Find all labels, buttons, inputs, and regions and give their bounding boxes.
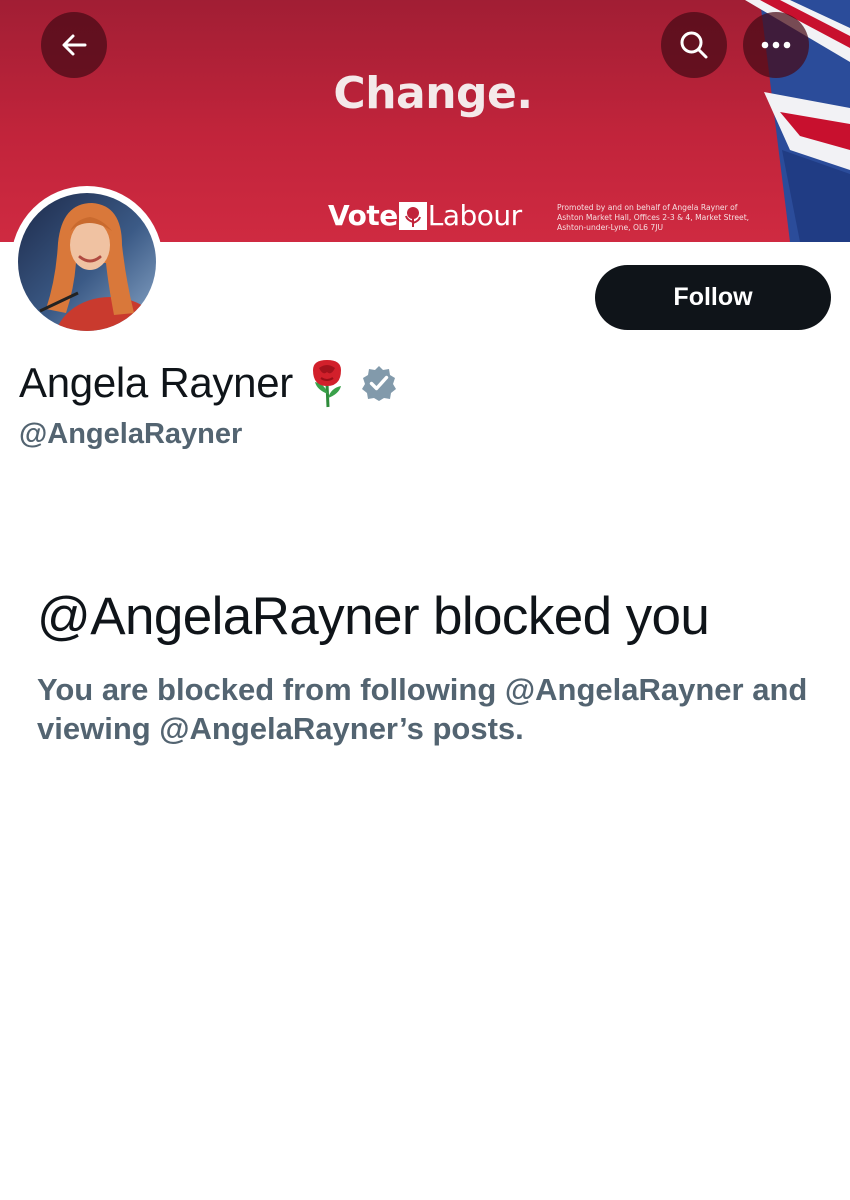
search-button[interactable] — [661, 12, 727, 78]
profile-avatar[interactable] — [11, 186, 163, 338]
profile-handle: @AngelaRayner — [19, 418, 243, 450]
more-horizontal-icon — [761, 41, 791, 49]
search-icon — [680, 31, 708, 59]
banner-headline: Change. — [333, 68, 533, 119]
blocked-description: You are blocked from following @AngelaRa… — [37, 672, 808, 746]
more-options-button[interactable] — [743, 12, 809, 78]
banner-imprint-text: Promoted by and on behalf of Angela Rayn… — [557, 203, 750, 232]
back-button[interactable] — [41, 12, 107, 78]
arrow-left-icon — [62, 34, 87, 56]
profile-name-row: Angela Rayner — [19, 355, 397, 411]
follow-button[interactable]: Follow — [595, 265, 831, 330]
vote-label: Vote — [328, 199, 398, 232]
labour-rose-icon — [398, 201, 427, 230]
verified-badge-icon[interactable] — [361, 365, 397, 401]
vote-labour-logo: Vote Labour — [328, 199, 522, 232]
avatar-photo — [18, 193, 156, 331]
blocked-title: @AngelaRayner blocked you — [37, 587, 710, 646]
display-name: Angela Rayner — [19, 359, 293, 406]
rose-emoji-icon — [307, 358, 347, 408]
party-label: Labour — [427, 199, 522, 232]
